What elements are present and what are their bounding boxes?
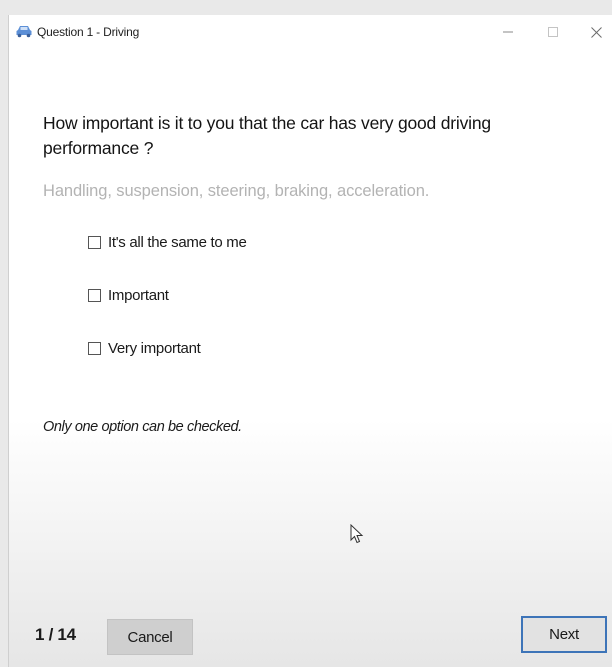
title-bar: Question 1 - Driving xyxy=(9,15,612,49)
close-button[interactable] xyxy=(579,19,612,45)
option-label: It's all the same to me xyxy=(108,234,247,251)
selection-hint: Only one option can be checked. xyxy=(43,419,242,435)
option-very-important[interactable]: Very important xyxy=(88,340,201,357)
minimize-button[interactable] xyxy=(491,19,525,45)
car-icon xyxy=(16,26,32,38)
option-all-the-same[interactable]: It's all the same to me xyxy=(88,234,247,251)
checkbox[interactable] xyxy=(88,236,101,249)
window-title: Question 1 - Driving xyxy=(37,25,140,39)
maximize-button[interactable] xyxy=(536,19,570,45)
option-label: Very important xyxy=(108,340,201,357)
question-subtitle: Handling, suspension, steering, braking,… xyxy=(43,182,430,200)
maximize-icon xyxy=(548,27,558,37)
close-icon xyxy=(590,26,602,38)
question-text: How important is it to you that the car … xyxy=(43,113,491,158)
option-important[interactable]: Important xyxy=(88,287,169,304)
checkbox[interactable] xyxy=(88,342,101,355)
next-button[interactable]: Next xyxy=(521,616,607,653)
mouse-cursor-icon xyxy=(350,524,364,544)
minimize-icon xyxy=(503,31,513,33)
option-label: Important xyxy=(108,287,169,304)
question-dialog-window: Question 1 - Driving How important is it… xyxy=(8,15,612,667)
checkbox[interactable] xyxy=(88,289,101,302)
question-progress: 1 / 14 xyxy=(35,625,76,644)
cancel-button[interactable]: Cancel xyxy=(107,619,193,655)
